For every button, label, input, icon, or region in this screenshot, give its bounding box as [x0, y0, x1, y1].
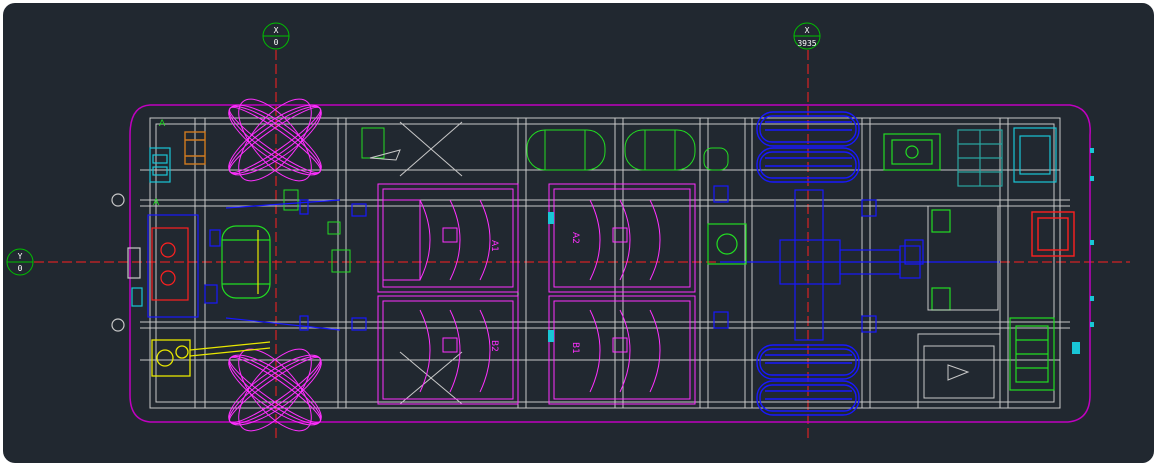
front-left-wheel — [228, 98, 322, 182]
rear-edge-markers — [548, 148, 1094, 354]
axis-marker-y0-value: 0 — [18, 264, 23, 273]
battery-label-a2: A2 — [570, 232, 580, 244]
axis-marker-x3935-value: 3935 — [797, 39, 816, 48]
axis-marker-x0-letter: X — [274, 26, 279, 35]
blue-components — [204, 185, 924, 333]
battery-pack-b2: B2 — [377, 295, 519, 405]
axis-marker-x0: X 0 — [262, 22, 290, 50]
axis-marker-x0-value: 0 — [274, 38, 279, 47]
battery-label-a1: A1 — [489, 240, 499, 252]
front-cyan-units — [131, 147, 171, 307]
chassis-frame — [140, 117, 1070, 409]
air-tanks-top — [526, 129, 729, 171]
section-mark-a: A — [159, 119, 166, 129]
rear-teal-units — [957, 127, 1057, 187]
axis-marker-y0: Y 0 — [6, 248, 34, 276]
axis-marker-y0-letter: Y — [18, 252, 23, 261]
battery-pack-b1: B1 — [548, 295, 696, 405]
axis-marker-x3935-letter: X — [805, 26, 810, 35]
chassis-layout-drawing: X 0 X 3935 Y 0 A1 A2 B2 B1 A A — [6, 22, 1130, 440]
rear-axle — [720, 189, 1000, 341]
rear-controller-box — [917, 205, 1001, 409]
axis-marker-x3935: X 3935 — [793, 22, 821, 50]
battery-label-b2: B2 — [489, 340, 499, 352]
cad-drawing-canvas[interactable]: X 0 X 3935 Y 0 A1 A2 B2 B1 A A — [3, 3, 1154, 463]
front-right-wheel — [228, 348, 322, 432]
rear-red-unit — [1031, 211, 1075, 257]
section-mark-a-lower: A — [153, 198, 160, 208]
battery-label-b1: B1 — [570, 342, 580, 354]
